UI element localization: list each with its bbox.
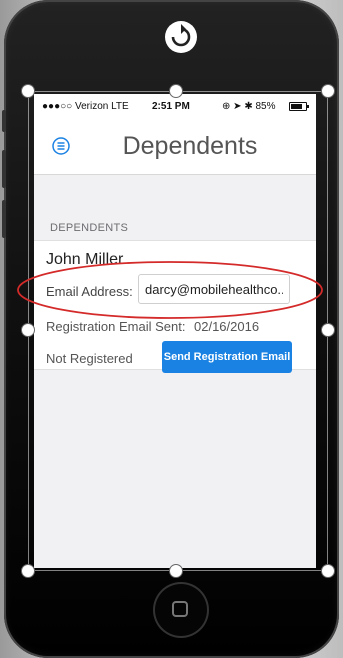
resize-handle-bottom-right[interactable] bbox=[321, 564, 335, 578]
annotation-ellipse bbox=[17, 261, 323, 319]
rotate-icon[interactable] bbox=[164, 20, 198, 54]
resize-handle-right[interactable] bbox=[321, 323, 335, 337]
resize-handle-top-right[interactable] bbox=[321, 84, 335, 98]
resize-handle-bottom-left[interactable] bbox=[21, 564, 35, 578]
volume-up-button bbox=[2, 150, 6, 188]
selection-frame bbox=[28, 91, 328, 571]
resize-handle-bottom[interactable] bbox=[169, 564, 183, 578]
resize-handle-top[interactable] bbox=[169, 84, 183, 98]
home-button[interactable] bbox=[153, 582, 209, 638]
resize-handle-top-left[interactable] bbox=[21, 84, 35, 98]
mute-switch bbox=[2, 110, 6, 132]
volume-down-button bbox=[2, 200, 6, 238]
resize-handle-left[interactable] bbox=[21, 323, 35, 337]
